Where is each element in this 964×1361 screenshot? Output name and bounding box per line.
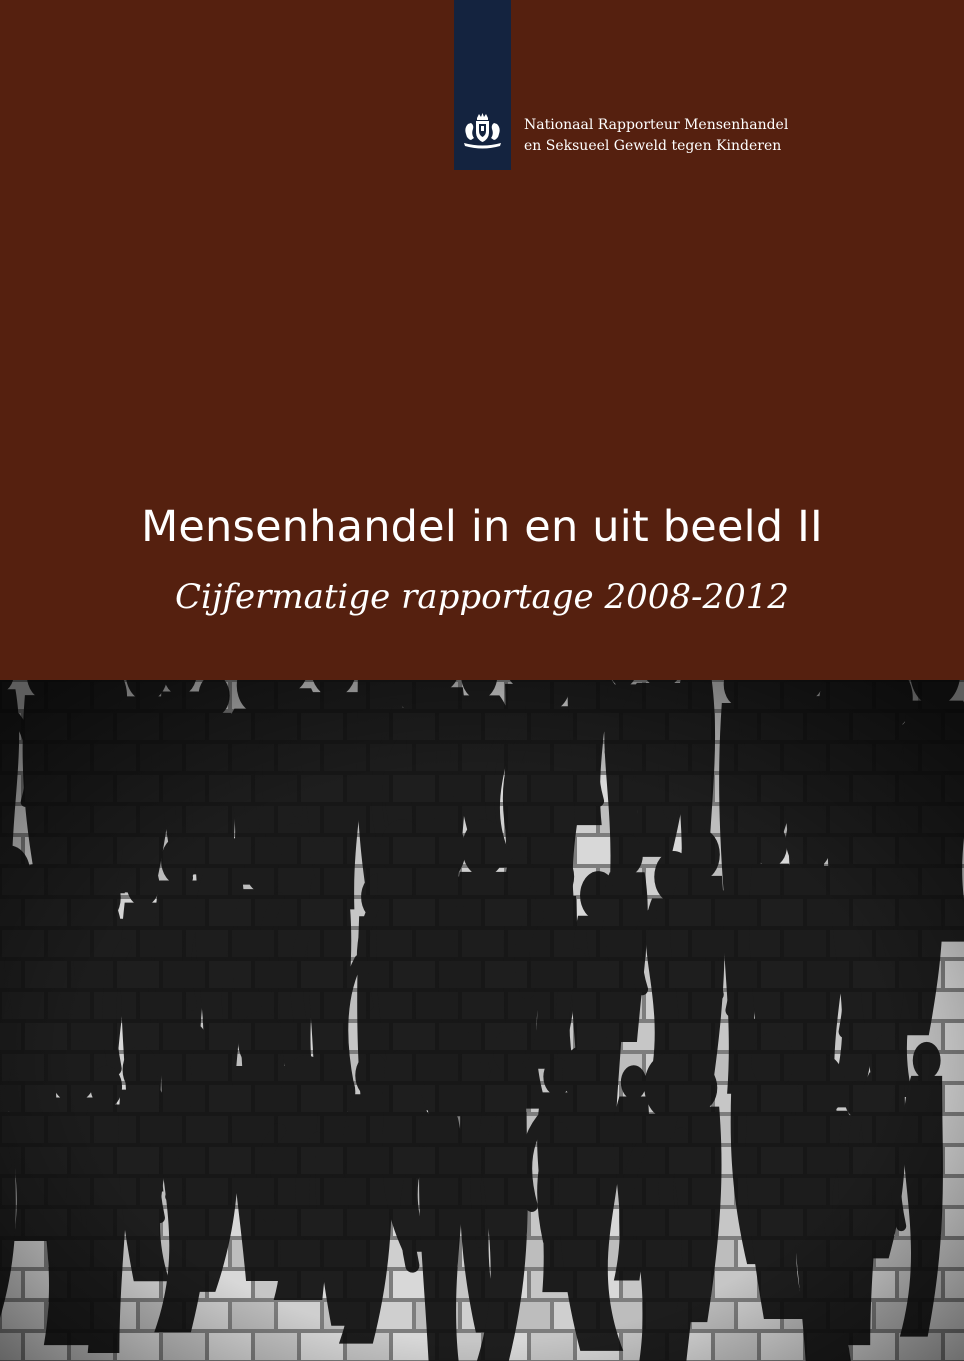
government-logo-ribbon <box>454 0 511 170</box>
organization-name-line-2: en Seksueel Geweld tegen Kinderen <box>524 138 782 154</box>
cover-top-panel: Nationaal Rapporteur Mensenhandel en Sek… <box>0 0 964 680</box>
organization-name: Nationaal Rapporteur Mensenhandel en Sek… <box>524 115 788 157</box>
report-title: Mensenhandel in en uit beeld II <box>141 502 823 552</box>
brick-wall-shadows-image <box>0 680 964 1361</box>
report-subtitle: Cijfermatige rapportage 2008-2012 <box>174 577 790 617</box>
coat-of-arms-icon <box>464 113 501 149</box>
organization-name-line-1: Nationaal Rapporteur Mensenhandel <box>524 117 789 133</box>
cover-photo <box>0 680 964 1361</box>
report-cover: Nationaal Rapporteur Mensenhandel en Sek… <box>0 0 964 1361</box>
